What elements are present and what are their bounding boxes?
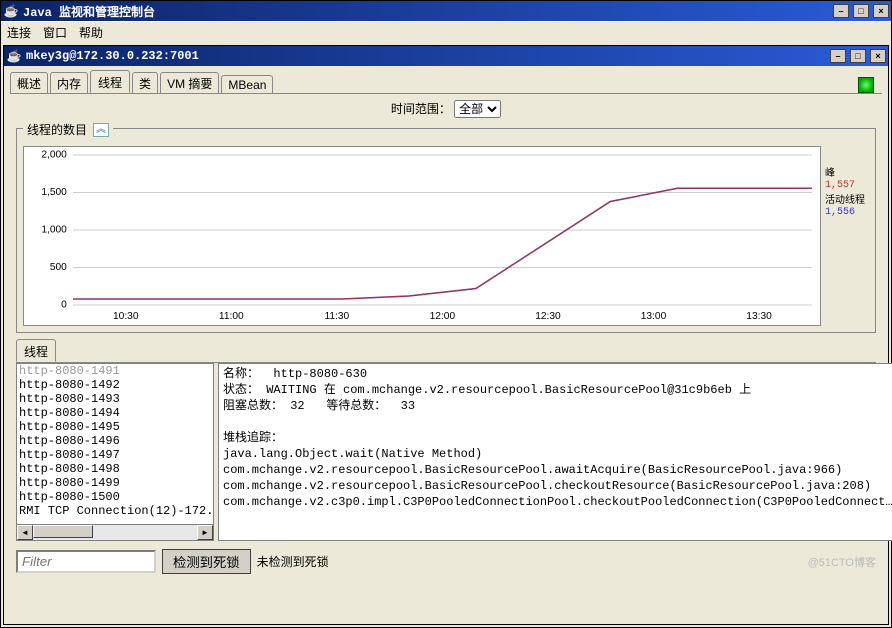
- stack-line: java.lang.Object.wait(Native Method): [223, 446, 892, 462]
- filter-input[interactable]: [16, 550, 156, 573]
- menu-window[interactable]: 窗口: [43, 24, 67, 41]
- collapse-button[interactable]: ︽: [93, 123, 109, 137]
- thread-list-item[interactable]: http-8080-1498: [17, 462, 213, 476]
- inner-title: mkey3g@172.30.0.232:7001: [26, 49, 199, 63]
- scroll-left-icon[interactable]: ◄: [17, 525, 33, 540]
- menubar: 连接 窗口 帮助: [1, 21, 891, 43]
- detail-state-value: WAITING 在 com.mchange.v2.resourcepool.Ba…: [266, 383, 751, 397]
- thread-list-item[interactable]: http-8080-1497: [17, 448, 213, 462]
- thread-list-item[interactable]: http-8080-1492: [17, 378, 213, 392]
- inner-close-button[interactable]: [870, 49, 886, 63]
- thread-split: http-8080-1491http-8080-1492http-8080-14…: [16, 363, 876, 541]
- scroll-right-icon[interactable]: ►: [197, 525, 213, 540]
- inner-window: ☕ mkey3g@172.30.0.232:7001 概述 内存 线程 类 VM…: [3, 45, 889, 625]
- thread-list-item[interactable]: http-8080-1494: [17, 406, 213, 420]
- thread-detail-text[interactable]: 名称： http-8080-630 状态： WAITING 在 com.mcha…: [219, 364, 892, 540]
- svg-text:13:30: 13:30: [746, 311, 772, 322]
- svg-text:13:00: 13:00: [641, 311, 667, 322]
- svg-text:11:00: 11:00: [219, 311, 244, 322]
- inner-titlebar[interactable]: ☕ mkey3g@172.30.0.232:7001: [4, 46, 888, 66]
- java-icon: ☕: [6, 48, 22, 64]
- watermark: @51CTO博客: [808, 554, 876, 570]
- time-range-row: 时间范围： 全部: [4, 94, 888, 124]
- detail-name-label: 名称：: [223, 367, 259, 381]
- active-label: 活动线程: [825, 191, 869, 207]
- tab-memory[interactable]: 内存: [50, 72, 88, 93]
- detail-state-label: 状态：: [223, 383, 259, 397]
- tabs: 概述 内存 线程 类 VM 摘要 MBean: [4, 66, 888, 93]
- thread-list-item[interactable]: RMI TCP Connection(12)-172.30.…: [17, 504, 213, 518]
- outer-window: ☕ Java 监视和管理控制台 连接 窗口 帮助 ☕ mkey3g@172.30…: [0, 0, 892, 628]
- stack-line: com.mchange.v2.resourcepool.BasicResourc…: [223, 462, 892, 478]
- svg-text:500: 500: [50, 262, 67, 273]
- detail-name-value: http-8080-630: [273, 367, 367, 381]
- active-value: 1,556: [825, 207, 869, 218]
- minimize-button[interactable]: [833, 4, 849, 18]
- thread-list-item[interactable]: http-8080-1496: [17, 434, 213, 448]
- svg-text:12:00: 12:00: [430, 311, 456, 322]
- thread-list-hscroll[interactable]: ◄ ►: [17, 524, 213, 540]
- tab-classes[interactable]: 类: [132, 72, 158, 93]
- thread-count-chart[interactable]: 0 500 1,000 1,500 2,000 10:30 11:00 11:30 12:00 1…: [23, 146, 821, 326]
- java-icon: ☕: [3, 3, 19, 19]
- thread-detail: 名称： http-8080-630 状态： WAITING 在 com.mcha…: [218, 363, 892, 541]
- svg-text:1,500: 1,500: [41, 187, 67, 198]
- detail-waiting-value: 33: [401, 399, 415, 413]
- thread-list-item[interactable]: http-8080-1500: [17, 490, 213, 504]
- threads-subtab[interactable]: 线程: [16, 339, 56, 362]
- thread-list[interactable]: http-8080-1491http-8080-1492http-8080-14…: [16, 363, 214, 541]
- detail-stack-label: 堆栈追踪：: [223, 430, 892, 446]
- filter-row: 检测到死锁 未检测到死锁 @51CTO博客: [16, 549, 876, 574]
- svg-text:12:30: 12:30: [535, 311, 561, 322]
- outer-titlebar[interactable]: ☕ Java 监视和管理控制台: [1, 1, 891, 21]
- tab-threads[interactable]: 线程: [90, 70, 130, 93]
- svg-text:1,000: 1,000: [41, 225, 67, 236]
- inner-maximize-button[interactable]: [850, 49, 866, 63]
- svg-text:2,000: 2,000: [41, 150, 67, 161]
- inner-minimize-button[interactable]: [830, 49, 846, 63]
- thread-list-item[interactable]: http-8080-1491: [17, 364, 213, 378]
- tab-mbean[interactable]: MBean: [221, 75, 273, 93]
- detail-blocked-value: 32: [290, 399, 304, 413]
- detail-blocked-label: 阻塞总数：: [223, 399, 283, 413]
- outer-title: Java 监视和管理控制台: [23, 3, 155, 20]
- thread-list-item[interactable]: http-8080-1499: [17, 476, 213, 490]
- chart-side-labels: 峰 1,557 活动线程 1,556: [821, 146, 869, 326]
- peak-value: 1,557: [825, 180, 869, 191]
- disk-icon: [858, 77, 874, 93]
- maximize-button[interactable]: [853, 4, 869, 18]
- not-detected-label: 未检测到死锁: [257, 553, 329, 570]
- svg-text:0: 0: [61, 300, 67, 311]
- peak-label: 峰: [825, 164, 869, 180]
- stack-line: com.mchange.v2.resourcepool.BasicResourc…: [223, 478, 892, 494]
- time-range-label: 时间范围：: [391, 102, 451, 116]
- svg-text:11:30: 11:30: [324, 311, 349, 322]
- thread-count-group: 线程的数目 ︽ 05001,0001,5002,00010:3011:0011:…: [16, 128, 876, 333]
- svg-text:10:30: 10:30: [113, 311, 139, 322]
- time-range-select[interactable]: 全部: [454, 100, 501, 118]
- thread-list-item[interactable]: http-8080-1493: [17, 392, 213, 406]
- stack-line: com.mchange.v2.c3p0.impl.C3P0PooledConne…: [223, 494, 892, 510]
- tab-overview[interactable]: 概述: [10, 72, 48, 93]
- thread-list-item[interactable]: http-8080-1495: [17, 420, 213, 434]
- thread-count-title: 线程的数目: [27, 121, 87, 138]
- detail-waiting-label: 等待总数：: [326, 399, 386, 413]
- close-button[interactable]: [873, 4, 889, 18]
- detect-deadlock-button[interactable]: 检测到死锁: [162, 549, 251, 574]
- menu-help[interactable]: 帮助: [79, 24, 103, 41]
- menu-connection[interactable]: 连接: [7, 24, 31, 41]
- tab-vm[interactable]: VM 摘要: [160, 72, 219, 93]
